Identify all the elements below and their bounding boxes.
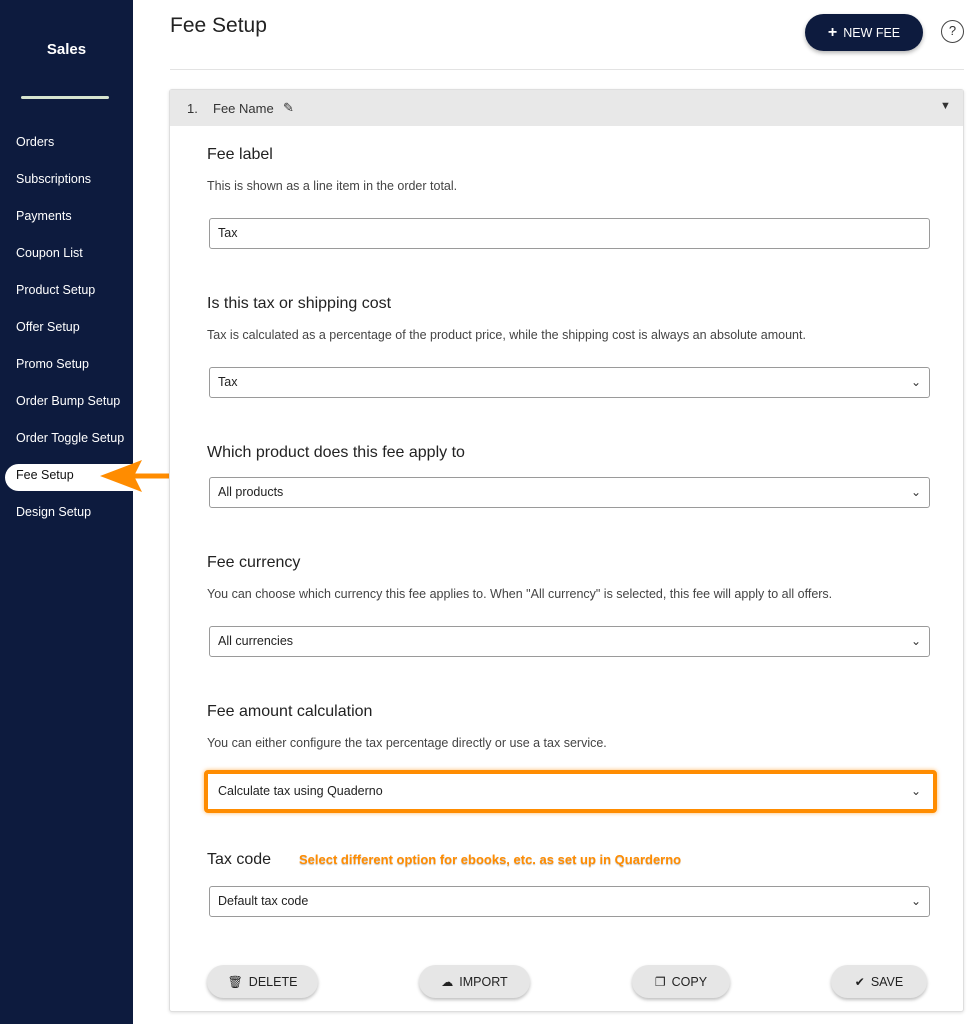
sidebar: Sales Orders Subscriptions Payments Coup… (0, 0, 155, 1024)
fee-type-title: Is this tax or shipping cost (207, 295, 392, 312)
caret-down-icon[interactable]: ▼ (940, 100, 951, 112)
chevron-down-icon: ⌄ (910, 784, 921, 798)
cloud-upload-icon: ☁ (441, 974, 454, 989)
chevron-down-icon: ⌄ (910, 375, 921, 389)
trash-icon: 🗑 (227, 974, 243, 989)
copy-label: COPY (671, 974, 708, 989)
fee-type-value: Tax (218, 375, 238, 389)
tax-code-title: Tax code (207, 851, 272, 868)
chevron-down-icon: ⌄ (910, 485, 921, 499)
tax-code-value: Default tax code (218, 894, 309, 908)
chevron-down-icon: ⌄ (910, 894, 921, 908)
sidebar-item-orders[interactable]: Orders (0, 128, 133, 165)
pencil-icon[interactable]: ✎ (283, 100, 294, 116)
fee-calculation-select[interactable]: Calculate tax using Quaderno ⌄ (209, 776, 930, 807)
fee-calculation-description: You can either configure the tax percent… (207, 736, 607, 750)
sidebar-item-promo-setup[interactable]: Promo Setup (0, 350, 133, 387)
save-button[interactable]: ✔ SAVE (831, 965, 927, 998)
fee-panel-header[interactable]: 1. Fee Name ✎ ▼ (170, 90, 963, 126)
sidebar-item-label: Promo Setup (16, 357, 89, 371)
fee-currency-select[interactable]: All currencies ⌄ (209, 626, 930, 657)
fee-currency-description: You can choose which currency this fee a… (207, 587, 833, 601)
fee-currency-value: All currencies (218, 634, 294, 648)
sidebar-item-offer-setup[interactable]: Offer Setup (0, 313, 133, 350)
sidebar-item-label: Payments (16, 209, 72, 223)
sidebar-item-product-setup[interactable]: Product Setup (0, 276, 133, 313)
sidebar-item-design-setup[interactable]: Design Setup (0, 498, 133, 535)
import-label: IMPORT (459, 974, 508, 989)
delete-button[interactable]: 🗑 DELETE (207, 965, 318, 998)
page-title: Fee Setup (170, 14, 267, 37)
fee-product-title: Which product does this fee apply to (207, 444, 465, 461)
fee-panel: 1. Fee Name ✎ ▼ Fee label This is shown … (169, 89, 964, 1012)
sidebar-item-label: Order Toggle Setup (16, 431, 125, 445)
check-circle-icon: ✔ (854, 974, 865, 989)
fee-calculation-value: Calculate tax using Quaderno (218, 784, 383, 798)
sidebar-item-order-bump-setup[interactable]: Order Bump Setup (0, 387, 133, 424)
sidebar-item-label: Orders (16, 135, 55, 149)
sidebar-item-label: Offer Setup (16, 320, 80, 334)
fee-calculation-title: Fee amount calculation (207, 703, 373, 720)
save-label: SAVE (870, 974, 904, 989)
sidebar-item-subscriptions[interactable]: Subscriptions (0, 165, 133, 202)
plus-icon: + (827, 23, 838, 41)
sidebar-item-label: Coupon List (16, 246, 83, 260)
fee-product-value: All products (218, 485, 284, 499)
copy-button[interactable]: ❐ COPY (632, 965, 730, 998)
sidebar-item-coupon-list[interactable]: Coupon List (0, 239, 133, 276)
fee-label-value: Tax (218, 226, 238, 240)
help-icon[interactable]: ? (941, 20, 964, 43)
fee-type-select[interactable]: Tax ⌄ (209, 367, 930, 398)
sidebar-item-label: Product Setup (16, 283, 96, 297)
chevron-down-icon: ⌄ (910, 634, 921, 648)
fee-label-title: Fee label (207, 146, 273, 163)
fee-label-input[interactable]: Tax (209, 218, 930, 249)
fee-currency-title: Fee currency (207, 554, 301, 571)
sidebar-item-order-toggle-setup[interactable]: Order Toggle Setup (0, 424, 133, 461)
tax-code-select[interactable]: Default tax code ⌄ (209, 886, 930, 917)
copy-icon: ❐ (654, 974, 666, 989)
fee-product-select[interactable]: All products ⌄ (209, 477, 930, 508)
sidebar-title: Sales (46, 41, 87, 58)
sidebar-item-label: Design Setup (16, 505, 92, 519)
tax-code-annotation: Select different option for ebooks, etc.… (299, 852, 682, 867)
sidebar-item-label: Order Bump Setup (16, 394, 121, 408)
fee-type-description: Tax is calculated as a percentage of the… (207, 328, 806, 342)
sidebar-item-payments[interactable]: Payments (0, 202, 133, 239)
sidebar-item-label: Fee Setup (16, 468, 74, 482)
fee-label-description: This is shown as a line item in the orde… (207, 179, 458, 193)
sidebar-title-underline (21, 96, 109, 99)
new-fee-label: NEW FEE (843, 25, 901, 40)
new-fee-button[interactable]: + NEW FEE (805, 14, 923, 51)
header-divider (170, 69, 964, 70)
delete-label: DELETE (248, 974, 298, 989)
import-button[interactable]: ☁ IMPORT (419, 965, 530, 998)
fee-name: Fee Name (213, 101, 274, 116)
fee-number: 1. (187, 101, 198, 116)
sidebar-item-label: Subscriptions (16, 172, 92, 186)
